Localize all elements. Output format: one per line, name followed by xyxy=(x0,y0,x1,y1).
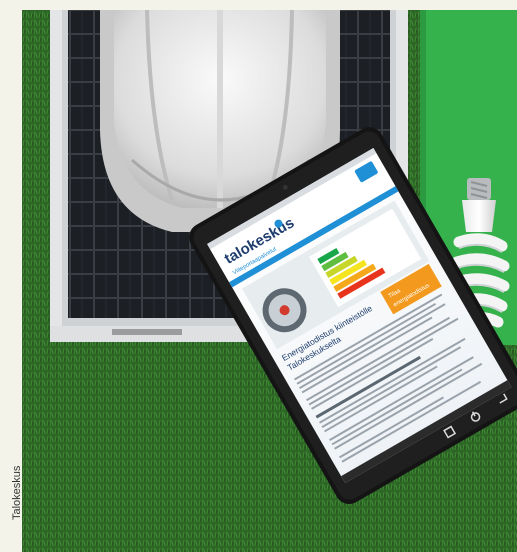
photo: talokeskus Viiteportaapalvelut Tilaa ene… xyxy=(22,10,517,552)
credit-strip: Talokeskus xyxy=(0,0,23,552)
